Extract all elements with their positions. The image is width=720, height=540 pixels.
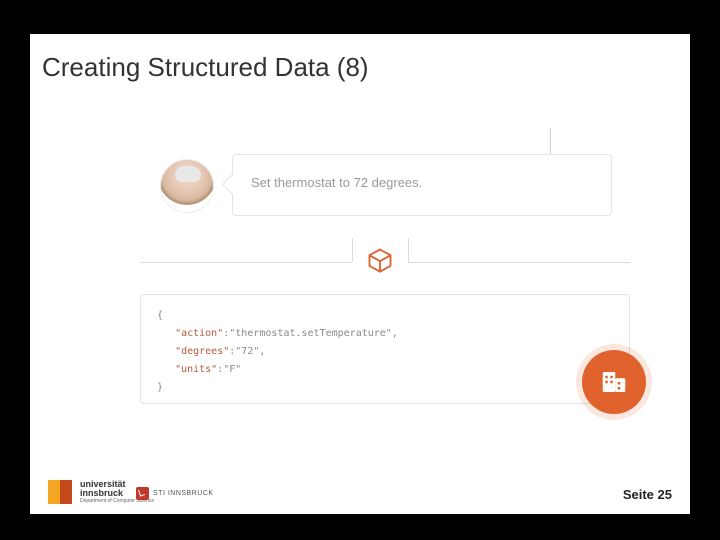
user-utterance: Set thermostat to 72 degrees. <box>251 175 422 190</box>
page-prefix: Seite <box>623 487 658 502</box>
slide-footer: universität innsbruck Department of Comp… <box>30 470 690 514</box>
user-avatar <box>160 159 214 213</box>
code-val: "thermostat.setTemperature" <box>229 328 392 339</box>
code-comma: , <box>259 346 265 357</box>
sti-logo: STI INNSBRUCK <box>136 487 214 500</box>
connector-top <box>550 128 551 154</box>
university-mark-icon <box>48 480 60 504</box>
pipeline-connector <box>140 238 630 288</box>
code-key: "action" <box>175 328 223 339</box>
code-line: } <box>157 382 163 393</box>
code-val: "F" <box>223 364 241 375</box>
code-comma: , <box>392 328 398 339</box>
page-number-value: 25 <box>658 487 672 502</box>
connector-tick-left <box>352 238 353 262</box>
speech-bubble: Set thermostat to 72 degrees. <box>232 154 612 216</box>
json-output-card: { "action":"thermostat.setTemperature", … <box>140 294 630 404</box>
package-icon <box>366 246 394 274</box>
connector-tick-right <box>408 238 409 262</box>
code-key: "degrees" <box>175 346 229 357</box>
slide: Creating Structured Data (8) Set thermos… <box>30 34 690 514</box>
code-key: "units" <box>175 364 217 375</box>
code-val: "72" <box>235 346 259 357</box>
page-number: Seite 25 <box>623 487 672 502</box>
device-badge <box>582 350 646 414</box>
building-icon <box>599 367 629 397</box>
connector-line-right <box>408 262 630 263</box>
sti-mark-icon <box>136 487 149 500</box>
sti-label: STI INNSBRUCK <box>153 490 214 497</box>
connector-line-left <box>140 262 352 263</box>
slide-title: Creating Structured Data (8) <box>42 52 369 83</box>
code-line: { <box>157 310 163 321</box>
chat-row: Set thermostat to 72 degrees. <box>160 154 620 224</box>
